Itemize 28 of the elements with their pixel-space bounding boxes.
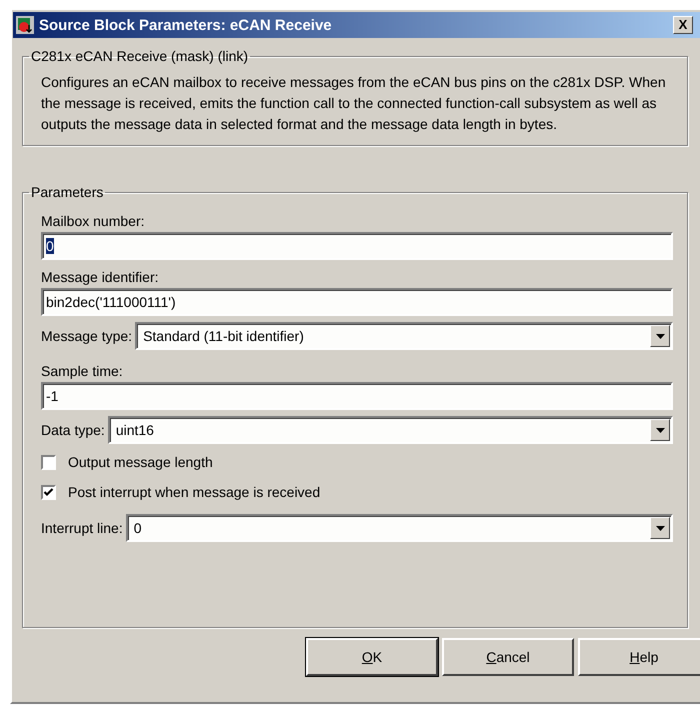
group-title: C281x eCAN Receive (mask) (link) xyxy=(30,48,250,64)
field-label: Data type: xyxy=(41,421,105,440)
field-label: Mailbox number: xyxy=(41,212,146,231)
input-field[interactable]: bin2dec('111000111') xyxy=(41,288,673,316)
group-title: Parameters xyxy=(30,184,104,200)
dropdown-arrow-icon xyxy=(656,334,664,338)
checkbox[interactable] xyxy=(41,484,56,500)
dialog-button[interactable]: Cancel xyxy=(442,638,574,676)
dialog-button[interactable]: Help xyxy=(578,638,700,676)
dropdown[interactable]: 0 xyxy=(126,514,673,542)
dialog-button[interactable]: OK xyxy=(306,638,438,676)
checkbox-label[interactable]: Output message length xyxy=(68,454,213,470)
field-label: Message type: xyxy=(41,327,132,346)
field-label: Interrupt line: xyxy=(41,519,123,538)
description-text: Configures an eCAN mailbox to receive messages from the eCAN bus pins on the c281x DSP. When the message is received, emits the function call to the connected function-call subsystem as well as outputs the message data in selected format and the message data length in bytes. xyxy=(41,73,667,134)
checkbox-label[interactable]: Post interrupt when message is received xyxy=(68,484,320,500)
window-title: Source Block Parameters: eCAN Receive xyxy=(39,16,333,34)
close-button[interactable]: X xyxy=(673,16,693,34)
dropdown[interactable]: Standard (11-bit identifier) xyxy=(135,322,673,350)
field-label: Message identifier: xyxy=(41,268,160,287)
checkbox[interactable] xyxy=(41,454,56,470)
block-diagram-icon xyxy=(16,16,34,34)
field-label: Sample time: xyxy=(41,362,124,381)
dropdown-arrow-icon xyxy=(656,428,664,432)
dropdown[interactable]: uint16 xyxy=(108,416,673,444)
input-field[interactable]: 0 xyxy=(41,232,673,260)
input-field[interactable]: -1 xyxy=(41,382,673,410)
dropdown-arrow-icon xyxy=(656,526,664,530)
